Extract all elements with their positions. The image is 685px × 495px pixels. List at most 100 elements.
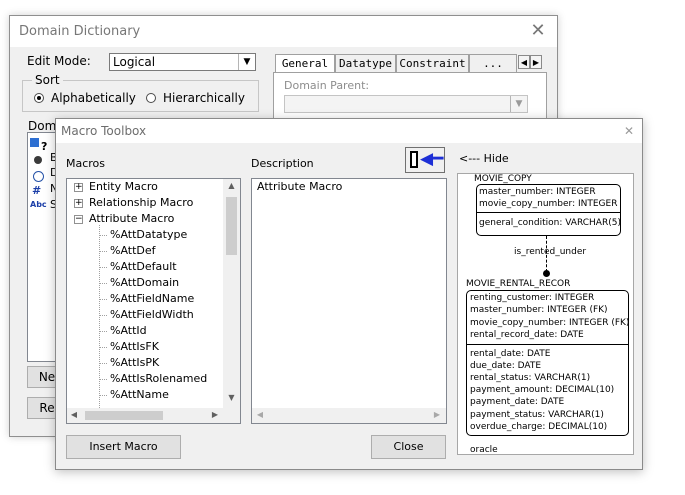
diagram-preview: MOVIE_COPY master_number: INTEGER movie_… [457, 173, 634, 455]
domain-parent-label: Domain Parent: [284, 79, 370, 92]
scroll-thumb[interactable] [226, 197, 237, 255]
close-icon[interactable]: ✕ [527, 20, 549, 42]
relationship-endpoint [543, 270, 550, 277]
macro-tree-hscrollbar[interactable]: ◀ ▶ [67, 408, 223, 423]
insert-macro-button[interactable]: Insert Macro [66, 435, 181, 459]
macros-label: Macros [66, 157, 106, 170]
tree-connector [99, 315, 107, 316]
tree-item-macro[interactable]: %AttDef [110, 244, 156, 257]
description-panel[interactable] [251, 178, 447, 424]
expand-relationship-macro-icon[interactable]: + [74, 199, 83, 208]
entity-divider [476, 212, 621, 213]
tree-connector [99, 235, 107, 236]
attribute: payment_date: DATE [470, 397, 565, 408]
chevron-down-icon[interactable]: ▼ [238, 54, 255, 70]
tree-item-macro[interactable]: %AttDomain [110, 276, 179, 289]
collapse-attribute-macro-icon[interactable]: − [74, 215, 83, 224]
sort-label: Sort [32, 73, 63, 87]
tab-general[interactable]: General [275, 54, 335, 73]
toggle-diagram-button[interactable]: ◀━ [405, 147, 445, 173]
edit-mode-value: Logical [113, 55, 156, 69]
scroll-left-icon[interactable]: ◀ [255, 410, 265, 419]
domain-dictionary-title: Domain Dictionary [19, 24, 141, 39]
attribute: overdue_charge: DECIMAL(10) [470, 421, 608, 432]
scroll-down-icon[interactable]: ▼ [223, 393, 240, 402]
key-attribute: movie_copy_number: INTEGER [479, 199, 618, 209]
tree-connector [99, 251, 107, 252]
tree-item-macro[interactable]: %AttDatatype [110, 228, 187, 241]
close-button[interactable]: Close [371, 435, 446, 459]
tree-item-macro[interactable]: %AttFieldName [110, 292, 194, 305]
tab-datatype[interactable]: Datatype [335, 54, 396, 73]
tree-connector [99, 267, 107, 268]
key-attribute: master_number: INTEGER [479, 187, 596, 197]
description-label: Description [251, 157, 314, 170]
key-attribute: master_number: INTEGER (FK) [470, 305, 608, 316]
sort-hierarchically-label[interactable]: Hierarchically [163, 91, 245, 105]
tree-connector [99, 225, 100, 408]
sort-hierarchically-radio[interactable] [146, 93, 156, 103]
arrow-left-icon: ◀━ [420, 149, 444, 169]
sort-alphabetically-label[interactable]: Alphabetically [51, 91, 136, 105]
diagram-footer: oracle [470, 445, 498, 455]
tree-item-macro[interactable]: %AttId [110, 324, 147, 337]
edit-mode-select[interactable]: Logical ▼ [109, 53, 256, 71]
tree-item-attribute-macro[interactable]: Attribute Macro [89, 212, 174, 225]
tree-item-relationship-macro[interactable]: Relationship Macro [89, 196, 193, 209]
tree-item-macro[interactable]: %AttFieldWidth [110, 308, 194, 321]
string-icon: Abc [30, 200, 47, 209]
tree-item-macro[interactable]: %AttIsFK [110, 340, 159, 353]
expand-entity-macro-icon[interactable]: + [74, 183, 83, 192]
entity-name: MOVIE_RENTAL_RECOR [466, 279, 571, 289]
tree-item-macro[interactable]: %AttIsRolenamed [110, 372, 207, 385]
tree-connector [99, 363, 107, 364]
attribute: payment_status: VARCHAR(1) [470, 409, 604, 420]
tab-scroll-right-icon[interactable]: ▶ [530, 55, 542, 69]
entity-divider [466, 344, 629, 345]
key-attribute: renting_customer: INTEGER [470, 293, 595, 303]
tree-connector [99, 379, 107, 380]
sort-alphabetically-radio[interactable] [34, 93, 44, 103]
macro-toolbox-title: Macro Toolbox [61, 124, 147, 138]
description-hscrollbar[interactable]: ◀ ▶ [252, 408, 446, 423]
scroll-right-icon[interactable]: ▶ [210, 410, 220, 419]
number-icon: # [32, 184, 42, 197]
scroll-corner [223, 408, 240, 423]
macro-tree-vscrollbar[interactable]: ▲ ▼ [223, 179, 240, 408]
scroll-up-icon[interactable]: ▲ [223, 181, 240, 190]
entity-name: MOVIE_COPY [474, 174, 532, 184]
close-icon[interactable]: ✕ [621, 123, 637, 139]
relationship-label: is_rented_under [514, 247, 587, 257]
edit-mode-label: Edit Mode: [27, 54, 91, 68]
tree-item-macro[interactable]: %AttIsPK [110, 356, 159, 369]
tree-item-macro[interactable]: %AttDefault [110, 260, 177, 273]
clock-icon [33, 171, 44, 182]
chevron-down-icon[interactable]: ▼ [510, 96, 527, 112]
attribute: rental_date: DATE [470, 349, 551, 359]
attribute: due_date: DATE [470, 361, 542, 372]
key-attribute: movie_copy_number: INTEGER (FK) [470, 317, 630, 328]
tab-more[interactable]: ... [469, 54, 517, 73]
tree-connector [99, 331, 107, 332]
tree-connector [99, 395, 107, 396]
scroll-left-icon[interactable]: ◀ [69, 410, 79, 419]
tab-constraint[interactable]: Constraint [396, 54, 469, 73]
tree-connector [99, 347, 107, 348]
key-attribute: rental_record_date: DATE [470, 329, 584, 340]
domain-icon [34, 156, 42, 164]
tab-scroll-left-icon[interactable]: ◀ [518, 55, 530, 69]
domain-parent-select[interactable]: ▼ [284, 95, 528, 113]
hide-diagram-link[interactable]: <--- Hide [459, 152, 509, 165]
scroll-thumb[interactable] [85, 411, 163, 420]
scroll-right-icon[interactable]: ▶ [432, 410, 442, 419]
tree-item-entity-macro[interactable]: Entity Macro [89, 180, 158, 193]
description-text: Attribute Macro [257, 180, 343, 193]
panel-icon [410, 151, 418, 168]
attribute: rental_status: VARCHAR(1) [470, 373, 591, 384]
attribute: payment_amount: DECIMAL(10) [470, 385, 615, 396]
macro-toolbox-window: Macro Toolbox ✕ Macros Description <--- … [55, 118, 643, 470]
attribute: general_condition: VARCHAR(5) [479, 218, 621, 228]
tree-connector [99, 299, 107, 300]
tree-item-macro[interactable]: %AttName [110, 388, 169, 401]
domain-icon [30, 138, 39, 147]
